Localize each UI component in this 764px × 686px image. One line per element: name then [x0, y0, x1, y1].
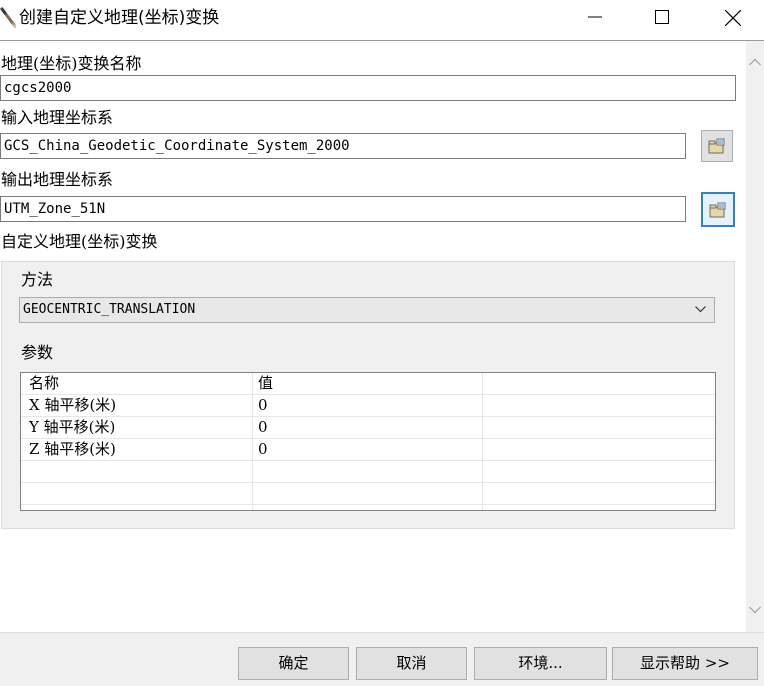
param-name-cell: Z 轴平移(米)	[21, 439, 252, 461]
title-bar: 创建自定义地理(坐标)变换	[0, 0, 764, 41]
dialog-content: 地理(坐标)变换名称 cgcs2000 输入地理坐标系 GCS_China_Ge…	[0, 41, 746, 632]
column-header-extra	[483, 373, 715, 395]
params-label: 参数	[21, 343, 54, 362]
minimize-icon	[588, 16, 602, 18]
close-icon	[724, 9, 742, 27]
minimize-button[interactable]	[572, 0, 618, 34]
folder-browse-icon	[708, 138, 725, 154]
custom-transform-label: 自定义地理(坐标)变换	[1, 232, 158, 251]
scroll-up-icon[interactable]	[749, 58, 761, 66]
input-gcs-browse-button[interactable]	[701, 130, 733, 162]
maximize-icon	[655, 10, 669, 24]
scroll-down-icon[interactable]	[749, 606, 761, 614]
environments-button[interactable]: 环境...	[474, 647, 607, 680]
method-select[interactable]: GEOCENTRIC_TRANSLATION	[19, 297, 715, 323]
param-value-cell[interactable]: 0	[253, 417, 482, 439]
param-value-cell[interactable]: 0	[253, 395, 482, 417]
pencil-icon	[0, 6, 18, 30]
output-gcs-browse-button[interactable]	[701, 192, 735, 227]
close-button[interactable]	[710, 0, 756, 34]
vertical-scrollbar[interactable]	[746, 41, 764, 632]
input-gcs-field[interactable]: GCS_China_Geodetic_Coordinate_System_200…	[0, 133, 686, 159]
param-name-cell: X 轴平移(米)	[21, 395, 252, 417]
maximize-button[interactable]	[639, 0, 685, 34]
input-gcs-label: 输入地理坐标系	[1, 108, 114, 127]
params-table: 名称 值 X 轴平移(米) 0 Y 轴平移(米) 0 Z 轴平移(米) 0	[20, 372, 716, 511]
column-header-name: 名称	[21, 373, 252, 395]
column-header-value: 值	[253, 373, 482, 395]
param-value-cell[interactable]: 0	[253, 439, 482, 461]
method-label: 方法	[21, 270, 54, 289]
empty-table-row	[21, 461, 715, 483]
ok-button[interactable]: 确定	[238, 647, 349, 680]
transform-name-label: 地理(坐标)变换名称	[1, 54, 142, 73]
param-name-cell: Y 轴平移(米)	[21, 417, 252, 439]
cancel-button[interactable]: 取消	[356, 647, 467, 680]
output-gcs-label: 输出地理坐标系	[1, 170, 114, 189]
param-empty-cell	[483, 395, 715, 417]
dialog-footer: 确定 取消 环境... 显示帮助 >>	[0, 632, 764, 686]
show-help-button[interactable]: 显示帮助 >>	[612, 647, 758, 680]
param-empty-cell	[483, 439, 715, 461]
method-value: GEOCENTRIC_TRANSLATION	[23, 302, 196, 317]
window-title: 创建自定义地理(坐标)变换	[19, 8, 220, 28]
param-empty-cell	[483, 417, 715, 439]
transform-name-input[interactable]: cgcs2000	[0, 75, 736, 101]
empty-table-row	[21, 483, 715, 505]
chevron-down-icon	[695, 306, 706, 313]
output-gcs-field[interactable]: UTM_Zone_51N	[0, 196, 686, 222]
folder-browse-icon	[709, 202, 726, 217]
